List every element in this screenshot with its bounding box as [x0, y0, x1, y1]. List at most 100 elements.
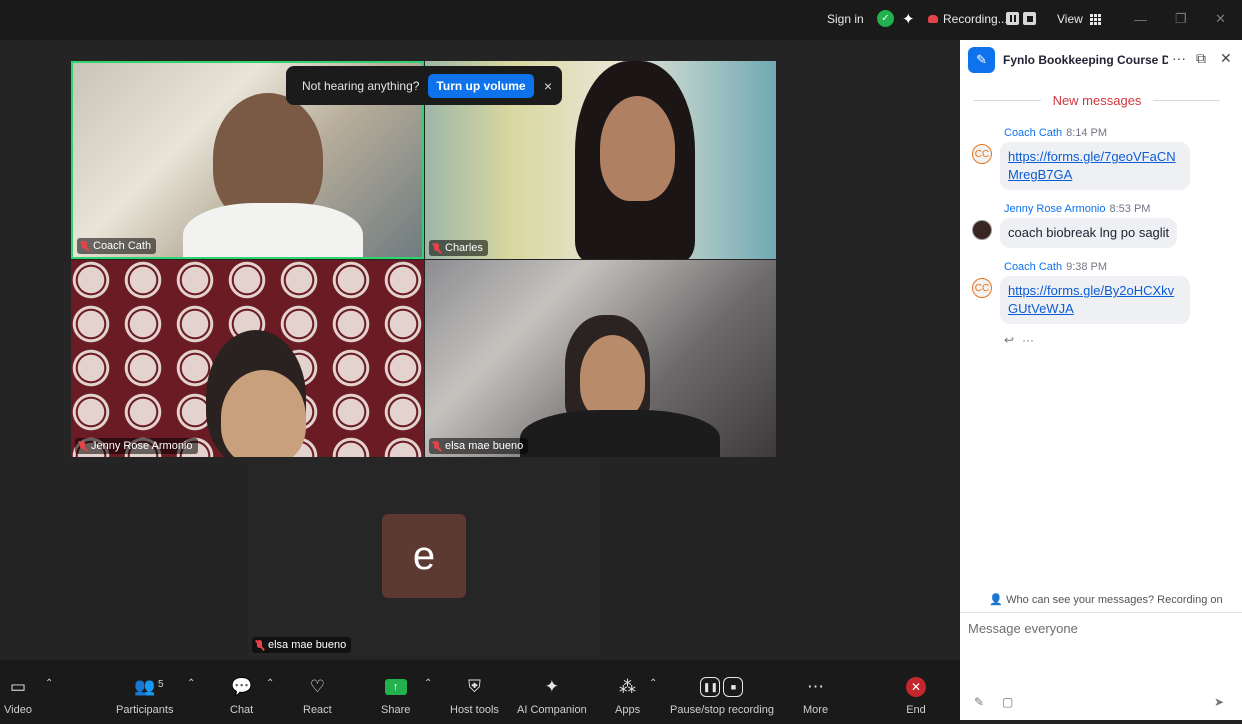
mic-muted-icon [432, 440, 441, 452]
stop-recording-icon[interactable] [1023, 12, 1036, 25]
heart-icon: ♡ [309, 677, 325, 696]
chat-label: Chat [230, 704, 254, 716]
mic-muted-icon [80, 240, 89, 252]
turn-up-volume-button[interactable]: Turn up volume [428, 73, 534, 98]
recording-indicator[interactable]: Recording... [928, 0, 1008, 38]
share-button[interactable]: ↑ Share [381, 676, 410, 716]
privacy-notice[interactable]: 👤 Who can see your messages? Recording o… [960, 593, 1242, 606]
recording-controls-icon: ❚❚ ■ [700, 676, 744, 698]
message-meta: Coach Cath 9:38 PM [1004, 261, 1107, 273]
end-button[interactable]: ✕ End [906, 676, 926, 716]
participant-avatar: e [382, 514, 466, 598]
close-toast-icon[interactable]: × [544, 78, 552, 94]
chat-options-chevron-icon[interactable]: ⌃ [266, 678, 274, 689]
pause-stop-recording-button[interactable]: ❚❚ ■ Pause/stop recording [670, 676, 774, 716]
avatar: CC [972, 278, 992, 298]
host-tools-label: Host tools [450, 704, 499, 716]
pause-recording-icon[interactable] [1006, 12, 1019, 25]
share-label: Share [381, 704, 411, 716]
encryption-shield-icon[interactable]: ✓ [877, 10, 894, 27]
message-bubble: https://forms.gle/By2oHCXkv GUtVeWJA [1000, 276, 1190, 324]
chat-header: ✎ Fynlo Bookkeeping Course D... ··· ⧉ ✕ [960, 40, 1242, 80]
chat-icon: 💬 [231, 677, 253, 696]
video-tile-elsa-mae-avatar[interactable]: e elsa mae bueno [248, 458, 600, 656]
sender-name[interactable]: Coach Cath [1004, 127, 1062, 139]
mic-muted-icon [78, 440, 87, 452]
close-window-icon[interactable]: ✕ [1215, 0, 1226, 38]
new-messages-divider: New messages [974, 93, 1220, 108]
message-time: 9:38 PM [1066, 261, 1108, 273]
name-tag: elsa mae bueno [252, 637, 352, 653]
participant-video [221, 370, 306, 457]
avatar: CC [972, 144, 992, 164]
reply-icon[interactable]: ↩ [1004, 333, 1014, 347]
participant-name: elsa mae bueno [268, 639, 347, 651]
more-icon: ⋯ [807, 677, 825, 696]
sign-in-link[interactable]: Sign in [827, 0, 864, 38]
video-tile-jenny-rose[interactable]: Jenny Rose Armonio [71, 260, 424, 457]
more-actions-icon[interactable]: ··· [1022, 333, 1034, 347]
chat-title[interactable]: Fynlo Bookkeeping Course D... [1003, 53, 1168, 67]
participant-name: elsa mae bueno [445, 440, 524, 452]
format-icon[interactable]: ✎ [974, 695, 984, 709]
grid-icon [1089, 13, 1101, 25]
message-time: 8:53 PM [1109, 203, 1151, 215]
video-options-chevron-icon[interactable]: ⌃ [45, 678, 53, 689]
participants-options-chevron-icon[interactable]: ⌃ [187, 678, 195, 689]
send-icon[interactable]: ➤ [1214, 695, 1224, 709]
participant-count: 5 [158, 679, 164, 690]
meeting-toolbar: ▭ Video ⌃ 👥 Participants 5 ⌃ 💬 Chat ⌃ ♡ … [0, 660, 960, 724]
chat-button[interactable]: 💬 Chat [230, 676, 253, 716]
restore-icon[interactable]: ❐ [1175, 0, 1187, 38]
ai-companion-icon[interactable]: ✦ [902, 0, 915, 38]
chat-edit-icon[interactable]: ✎ [968, 47, 995, 73]
people-icon: 👤 [989, 594, 1004, 606]
video-button[interactable]: ▭ Video [4, 676, 32, 716]
host-tools-button[interactable]: ⛨ Host tools [450, 676, 499, 716]
pop-out-icon[interactable]: ⧉ [1196, 50, 1206, 67]
message-meta: Coach Cath 8:14 PM [1004, 127, 1107, 139]
apps-icon: ⁂ [619, 677, 637, 696]
close-chat-icon[interactable]: ✕ [1220, 50, 1232, 67]
pause-stop-label: Pause/stop recording [670, 704, 774, 716]
message-link[interactable]: https://forms.gle/By2oHCXkv GUtVeWJA [1008, 283, 1174, 316]
share-options-chevron-icon[interactable]: ⌃ [424, 678, 432, 689]
participant-name: Coach Cath [93, 240, 152, 252]
more-button[interactable]: ⋯ More [803, 676, 828, 716]
video-tile-elsa-mae[interactable]: elsa mae bueno [425, 260, 776, 457]
divider [960, 612, 1242, 613]
file-icon[interactable]: ▢ [1002, 695, 1013, 709]
minimize-icon[interactable]: — [1134, 0, 1147, 38]
participants-button[interactable]: 👥 Participants [116, 676, 173, 716]
name-tag: elsa mae bueno [429, 438, 529, 454]
audio-toast: Not hearing anything? Turn up volume × [286, 66, 562, 105]
apps-button[interactable]: ⁂ Apps [615, 676, 640, 716]
chat-message: CC Coach Cath 8:14 PM https://forms.gle/7… [972, 127, 1232, 190]
message-link[interactable]: https://forms.gle/7geoVFaCN MregB7GA [1008, 149, 1176, 182]
ai-companion-button[interactable]: ✦ AI Companion [517, 676, 587, 716]
ai-companion-label: AI Companion [517, 704, 587, 716]
mic-muted-icon [432, 242, 441, 254]
new-messages-label: New messages [1052, 93, 1142, 108]
message-input[interactable]: Message everyone [968, 621, 1078, 636]
more-options-icon[interactable]: ··· [1172, 50, 1186, 66]
apps-label: Apps [615, 704, 641, 716]
participants-label: Participants [116, 704, 174, 716]
name-tag: Charles [429, 240, 488, 256]
message-bubble: https://forms.gle/7geoVFaCN MregB7GA [1000, 142, 1190, 190]
react-button[interactable]: ♡ React [303, 676, 332, 716]
sender-name[interactable]: Coach Cath [1004, 261, 1062, 273]
title-bar: Sign in ✓ ✦ Recording... View — ❐ ✕ [0, 0, 1242, 40]
sender-name[interactable]: Jenny Rose Armonio [1004, 203, 1106, 215]
chat-message: Jenny Rose Armonio 8:53 PM coach biobreak… [972, 203, 1232, 248]
apps-options-chevron-icon[interactable]: ⌃ [649, 678, 657, 689]
participant-body [520, 410, 720, 457]
message-actions: ↩ ··· [1004, 333, 1034, 347]
participant-name: Charles [445, 242, 483, 254]
participant-body [183, 203, 363, 257]
toast-message: Not hearing anything? [302, 78, 420, 93]
chat-message: CC Coach Cath 9:38 PM https://forms.gle/B… [972, 261, 1232, 324]
view-button[interactable]: View [1057, 0, 1101, 38]
participant-name: Jenny Rose Armonio [91, 440, 193, 452]
name-tag: Coach Cath [77, 238, 157, 254]
